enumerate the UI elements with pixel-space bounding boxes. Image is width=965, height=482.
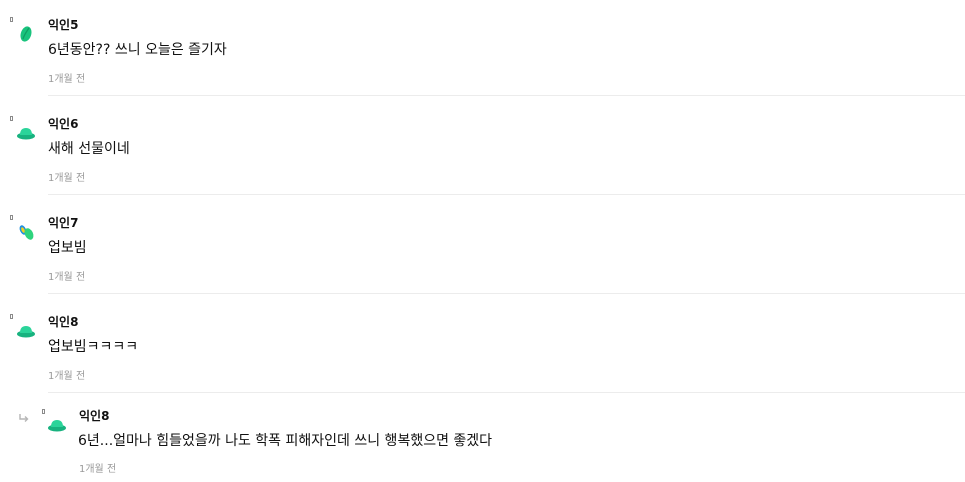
comment-marker-icon bbox=[10, 116, 13, 121]
comment-nickname[interactable]: 익인7 bbox=[48, 214, 78, 231]
comment-divider bbox=[48, 293, 965, 294]
green-hat-icon bbox=[46, 415, 68, 437]
comment-marker-icon bbox=[10, 17, 13, 22]
comment-divider bbox=[48, 95, 965, 96]
comment-time: 1개월 전 bbox=[48, 173, 86, 184]
comment-time: 1개월 전 bbox=[48, 371, 86, 382]
comment-divider bbox=[48, 194, 965, 195]
green-hat-icon bbox=[15, 321, 37, 343]
comment-nickname[interactable]: 익인5 bbox=[48, 16, 78, 33]
comment-nickname[interactable]: 익인8 bbox=[48, 313, 78, 330]
comment-marker-icon bbox=[42, 409, 45, 414]
comment-text: 6년동안?? 쓰니 오늘은 즐기자 bbox=[48, 42, 227, 58]
comment-list: 익인5 6년동안?? 쓰니 오늘은 즐기자 1개월 전 익인6 새해 선물이네 … bbox=[0, 0, 965, 482]
reply-arrow-icon bbox=[18, 408, 30, 422]
comment-marker-icon bbox=[10, 215, 13, 220]
comment-text: 업보빔ㅋㅋㅋㅋ bbox=[48, 339, 139, 355]
comment-time: 1개월 전 bbox=[79, 464, 117, 475]
green-leaf-icon bbox=[15, 24, 37, 46]
comment-text: 업보빔 bbox=[48, 240, 87, 256]
comment-marker-icon bbox=[10, 314, 13, 319]
green-hat-icon bbox=[15, 123, 37, 145]
comment-time: 1개월 전 bbox=[48, 272, 86, 283]
comment-nickname[interactable]: 익인8 bbox=[79, 407, 109, 424]
green-capsule-icon bbox=[15, 222, 37, 244]
comment-text: 6년...얼마나 힘들었을까 나도 학폭 피해자인데 쓰니 행복했으면 좋겠다 bbox=[78, 433, 493, 449]
comment-nickname[interactable]: 익인6 bbox=[48, 115, 78, 132]
comment-text: 새해 선물이네 bbox=[48, 141, 130, 157]
comment-divider bbox=[48, 392, 965, 393]
comment-time: 1개월 전 bbox=[48, 74, 86, 85]
